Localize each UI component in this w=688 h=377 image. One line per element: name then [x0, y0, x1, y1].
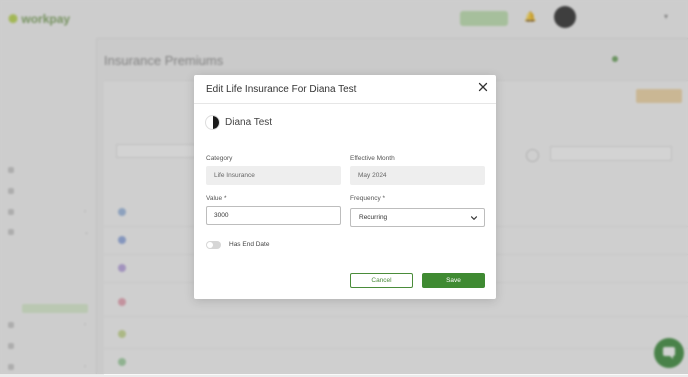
toggle-knob	[207, 242, 213, 248]
chevron-down-icon	[470, 216, 478, 220]
has-end-date-toggle[interactable]	[206, 241, 221, 249]
frequency-label: Frequency *	[350, 195, 386, 202]
category-label: Category	[206, 155, 233, 162]
close-button[interactable]	[476, 80, 490, 94]
save-button[interactable]: Save	[422, 273, 485, 288]
modal-title: Edit Life Insurance For Diana Test	[206, 84, 357, 95]
value-input[interactable]	[206, 206, 341, 225]
effective-month-label: Effective Month	[350, 155, 395, 162]
has-end-date-label: Has End Date	[229, 241, 270, 248]
edit-insurance-modal: Edit Life Insurance For Diana Test Diana…	[194, 75, 496, 299]
effective-month-field: May 2024	[350, 166, 485, 185]
category-field: Life Insurance	[206, 166, 341, 185]
value-label: Value *	[206, 195, 227, 202]
employee-avatar	[205, 115, 220, 130]
frequency-select[interactable]: Recurring	[350, 208, 485, 227]
modal-header: Edit Life Insurance For Diana Test	[194, 75, 496, 104]
close-icon	[478, 82, 488, 92]
frequency-selected-value: Recurring	[359, 214, 388, 221]
employee-name: Diana Test	[225, 117, 273, 128]
cancel-button[interactable]: Cancel	[350, 273, 413, 288]
